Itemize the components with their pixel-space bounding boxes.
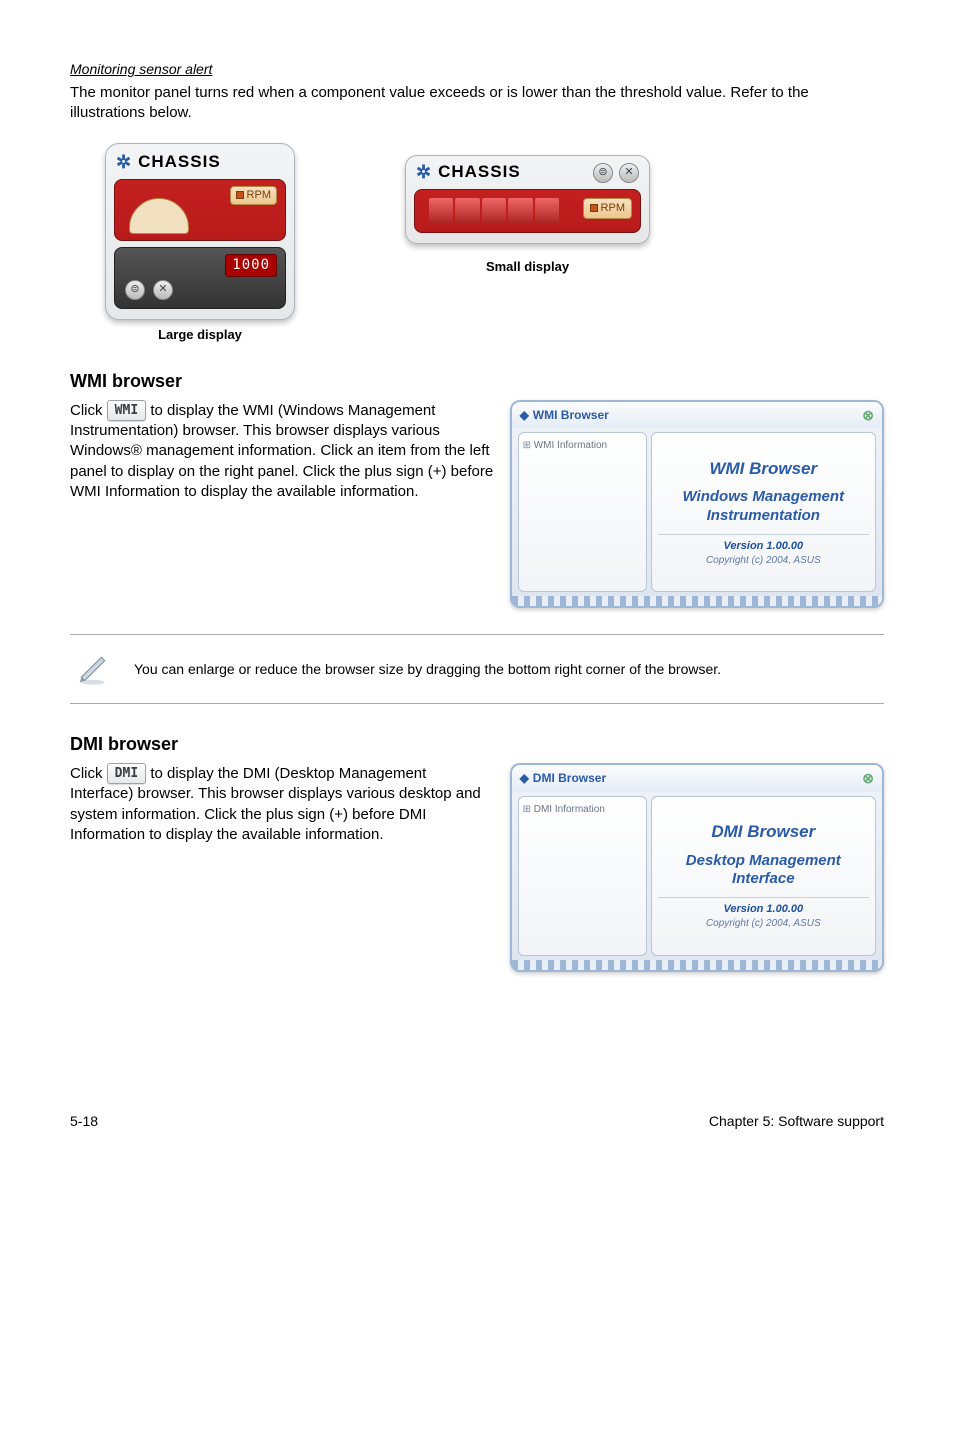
dmi-copyright: Copyright (c) 2004, ASUS	[658, 917, 869, 931]
dmi-window-titlebar: ◆ DMI Browser ⊗	[512, 765, 882, 792]
chassis-large-red-area: RPM	[114, 179, 286, 241]
window-resize-grip[interactable]	[512, 596, 882, 606]
segment-display	[429, 198, 559, 224]
window-close-icon[interactable]: ⊗	[862, 769, 874, 788]
dmi-window: ◆ DMI Browser ⊗ DMI Information DMI Brows…	[510, 763, 884, 972]
chassis-small-header: ✲ CHASSIS ⊜ ✕	[406, 156, 649, 188]
close-icon[interactable]: ✕	[619, 163, 639, 183]
large-display-column: ✲ CHASSIS RPM 1000 ⊜ ✕ Large display	[105, 143, 295, 343]
wmi-copyright: Copyright (c) 2004, ASUS	[658, 554, 869, 568]
rpm-icon	[236, 191, 244, 199]
wmi-row: Click WMI to display the WMI (Windows Ma…	[70, 400, 884, 609]
wmi-window-title: WMI Browser	[533, 408, 609, 422]
dmi-main-sub1: Desktop Management	[658, 852, 869, 871]
dmi-version: Version 1.00.00	[658, 897, 869, 917]
wmi-window-body: WMI Information WMI Browser Windows Mana…	[512, 428, 882, 596]
dmi-window-body: DMI Information DMI Browser Desktop Mana…	[512, 792, 882, 960]
dmi-tree-panel[interactable]: DMI Information	[518, 796, 647, 956]
window-resize-grip[interactable]	[512, 960, 882, 970]
dmi-row: Click DMI to display the DMI (Desktop Ma…	[70, 763, 884, 972]
gauge-dial	[129, 198, 189, 234]
control-row: ⊜ ✕	[125, 280, 173, 300]
chassis-large-title: CHASSIS	[138, 151, 221, 174]
page-number: 5-18	[70, 1112, 98, 1131]
dmi-main-panel: DMI Browser Desktop Management Interface…	[651, 796, 876, 956]
chassis-large-header: ✲ CHASSIS	[106, 144, 294, 178]
wmi-window: ◆ WMI Browser ⊗ WMI Information WMI Brows…	[510, 400, 884, 609]
rpm-label: RPM	[247, 188, 271, 203]
fan-icon: ✲	[116, 150, 132, 174]
wmi-version: Version 1.00.00	[658, 534, 869, 554]
chassis-large-panel: ✲ CHASSIS RPM 1000 ⊜ ✕	[105, 143, 295, 319]
dmi-tree-root[interactable]: DMI Information	[523, 803, 642, 817]
wmi-tree-root[interactable]: WMI Information	[523, 439, 642, 453]
app-icon: ◆	[520, 771, 529, 785]
digital-readout: 1000	[225, 254, 277, 277]
close-icon[interactable]: ✕	[153, 280, 173, 300]
app-icon: ◆	[520, 408, 529, 422]
rpm-icon	[590, 204, 598, 212]
wmi-main-panel: WMI Browser Windows Management Instrumen…	[651, 432, 876, 592]
wmi-tree-panel[interactable]: WMI Information	[518, 432, 647, 592]
dmi-text-prefix: Click	[70, 764, 107, 781]
note-text: You can enlarge or reduce the browser si…	[134, 660, 721, 679]
wmi-main-sub1: Windows Management	[658, 488, 869, 507]
large-display-caption: Large display	[105, 326, 295, 344]
wmi-button[interactable]: WMI	[107, 400, 146, 422]
panel-row: ✲ CHASSIS RPM 1000 ⊜ ✕ Large display	[105, 143, 884, 343]
wmi-screenshot: ◆ WMI Browser ⊗ WMI Information WMI Brows…	[510, 400, 884, 609]
dmi-main-title: DMI Browser	[658, 821, 869, 844]
dmi-button[interactable]: DMI	[107, 763, 146, 785]
window-close-icon[interactable]: ⊗	[862, 406, 874, 425]
dmi-screenshot: ◆ DMI Browser ⊗ DMI Information DMI Brows…	[510, 763, 884, 972]
wmi-text-prefix: Click	[70, 401, 107, 418]
small-display-caption: Small display	[405, 258, 650, 276]
dmi-heading: DMI browser	[70, 732, 884, 756]
rpm-badge: RPM	[583, 198, 632, 219]
dmi-window-title: DMI Browser	[533, 771, 606, 785]
chassis-small-panel: ✲ CHASSIS ⊜ ✕ RPM	[405, 155, 650, 243]
section-body: The monitor panel turns red when a compo…	[70, 83, 884, 124]
expand-icon[interactable]: ⊜	[125, 280, 145, 300]
expand-icon[interactable]: ⊜	[593, 163, 613, 183]
small-display-column: ✲ CHASSIS ⊜ ✕ RPM Small display	[405, 155, 650, 275]
chassis-large-gray-area: 1000 ⊜ ✕	[114, 247, 286, 309]
dmi-paragraph: Click DMI to display the DMI (Desktop Ma…	[70, 763, 494, 845]
wmi-main-sub2: Instrumentation	[658, 507, 869, 526]
dmi-main-sub2: Interface	[658, 870, 869, 889]
chapter-label: Chapter 5: Software support	[709, 1112, 884, 1131]
wmi-main-title: WMI Browser	[658, 458, 869, 481]
pencil-icon	[70, 649, 116, 689]
rpm-label: RPM	[601, 201, 625, 216]
fan-icon: ✲	[416, 160, 432, 184]
wmi-window-titlebar: ◆ WMI Browser ⊗	[512, 402, 882, 429]
page-footer: 5-18 Chapter 5: Software support	[70, 1112, 884, 1131]
section-subheading: Monitoring sensor alert	[70, 60, 884, 79]
chassis-small-red-area: RPM	[414, 189, 641, 233]
chassis-small-title: CHASSIS	[438, 161, 521, 184]
wmi-paragraph: Click WMI to display the WMI (Windows Ma…	[70, 400, 494, 503]
rpm-badge: RPM	[230, 186, 277, 205]
wmi-heading: WMI browser	[70, 369, 884, 393]
note-row: You can enlarge or reduce the browser si…	[70, 634, 884, 704]
